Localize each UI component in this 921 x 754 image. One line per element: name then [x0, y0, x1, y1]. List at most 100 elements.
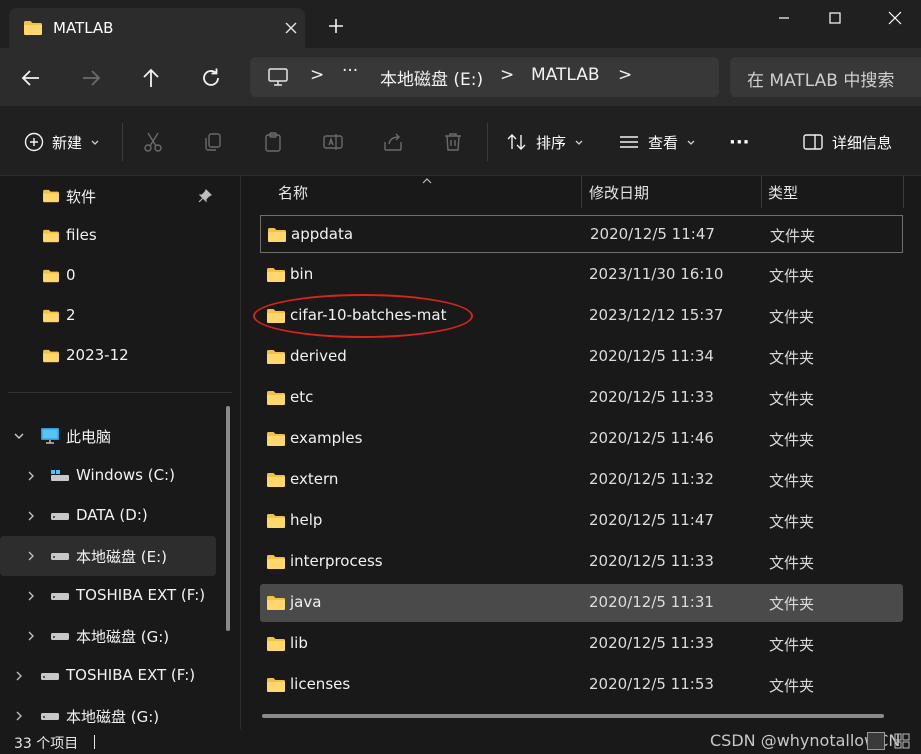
plus-icon[interactable] — [326, 16, 346, 36]
chevron-right-icon[interactable] — [24, 549, 38, 563]
folder-icon — [24, 21, 42, 35]
breadcrumb-overflow[interactable]: ··· — [342, 61, 358, 81]
sidebar-item-2023-12[interactable]: 2023-12 — [0, 336, 216, 376]
details-pane-button[interactable]: 详细信息 — [802, 129, 892, 155]
sidebar-item-label: 此电脑 — [66, 428, 112, 446]
rename-icon[interactable] — [321, 130, 345, 154]
file-date: 2023/12/12 15:37 — [589, 306, 724, 324]
up-arrow-icon[interactable] — [138, 65, 164, 91]
file-row-cifar-10-batches-mat[interactable]: cifar-10-batches-mat 2023/12/12 15:37 文件夹 — [260, 297, 903, 335]
drive-icon — [51, 593, 69, 600]
column-header-date[interactable]: 修改日期 — [589, 176, 649, 208]
close-icon[interactable] — [875, 6, 915, 30]
new-label: 新建 — [52, 133, 83, 152]
file-type: 文件夹 — [769, 554, 815, 572]
column-divider[interactable] — [581, 176, 582, 208]
details-view-icon[interactable] — [867, 732, 885, 750]
toolbar-divider — [487, 123, 488, 161]
folder-icon — [267, 473, 285, 487]
breadcrumb-drive-e[interactable]: 本地磁盘 (E:) — [380, 65, 483, 90]
column-divider[interactable] — [761, 176, 762, 208]
sidebar-item-drive-c[interactable]: Windows (C:) — [0, 456, 216, 496]
file-date: 2020/12/5 11:47 — [589, 511, 714, 529]
drive-icon — [41, 673, 59, 680]
new-button[interactable]: 新建 — [24, 129, 102, 155]
copy-icon[interactable] — [201, 130, 225, 154]
chevron-right-icon[interactable] — [24, 629, 38, 643]
sidebar-item-label: 本地磁盘 (E:) — [76, 548, 168, 566]
chevron-down-icon — [687, 140, 695, 145]
file-name: lib — [290, 634, 308, 652]
sidebar-item-files[interactable]: files — [0, 216, 216, 256]
share-icon[interactable] — [381, 130, 405, 154]
paste-icon[interactable] — [261, 130, 285, 154]
column-divider[interactable] — [903, 176, 904, 208]
sidebar-item-drive-e[interactable]: 本地磁盘 (E:) — [0, 536, 216, 576]
drive-icon — [51, 633, 69, 640]
cut-icon[interactable] — [141, 130, 165, 154]
maximize-icon[interactable] — [815, 6, 855, 30]
file-row-bin[interactable]: bin 2023/11/30 16:10 文件夹 — [260, 256, 903, 294]
sidebar-item-drive-d[interactable]: DATA (D:) — [0, 496, 216, 536]
breadcrumb-separator[interactable]: > — [500, 65, 514, 85]
file-row-lib[interactable]: lib 2020/12/5 11:33 文件夹 — [260, 625, 903, 663]
chevron-right-icon[interactable] — [24, 469, 38, 483]
chevron-right-icon[interactable] — [24, 589, 38, 603]
sidebar-item-software[interactable]: 软件 — [0, 176, 216, 216]
sidebar-item-drive-f[interactable]: TOSHIBA EXT (F:) — [0, 576, 216, 616]
file-row-derived[interactable]: derived 2020/12/5 11:34 文件夹 — [260, 338, 903, 376]
chevron-down-icon[interactable] — [12, 429, 26, 443]
file-row-help[interactable]: help 2020/12/5 11:47 文件夹 — [260, 502, 903, 540]
pin-icon[interactable] — [198, 189, 212, 203]
chevron-right-icon[interactable] — [24, 509, 38, 523]
chevron-right-icon[interactable] — [12, 709, 26, 723]
tab-matlab[interactable]: MATLAB — [9, 8, 305, 48]
navigation-bar: > ··· 本地磁盘 (E:) > MATLAB > 在 MATLAB 中搜索 — [0, 48, 921, 106]
close-icon[interactable] — [281, 18, 301, 38]
file-name: derived — [290, 347, 347, 365]
file-row-etc[interactable]: etc 2020/12/5 11:33 文件夹 — [260, 379, 903, 417]
breadcrumb-matlab[interactable]: MATLAB — [531, 65, 600, 85]
refresh-icon[interactable] — [198, 65, 224, 91]
file-row-examples[interactable]: examples 2020/12/5 11:46 文件夹 — [260, 420, 903, 458]
sidebar-item-2[interactable]: 2 — [0, 296, 216, 336]
tiles-view-icon[interactable] — [893, 732, 911, 750]
sidebar-divider — [8, 392, 232, 393]
file-row-java[interactable]: java 2020/12/5 11:31 文件夹 — [260, 584, 903, 622]
column-header-label: 修改日期 — [589, 183, 650, 202]
back-arrow-icon[interactable] — [18, 65, 44, 91]
file-row-interprocess[interactable]: interprocess 2020/12/5 11:33 文件夹 — [260, 543, 903, 581]
column-header-type[interactable]: 类型 — [768, 176, 798, 208]
search-placeholder: 在 MATLAB 中搜索 — [747, 71, 895, 91]
sidebar-item-external-g[interactable]: 本地磁盘 (G:) — [0, 696, 216, 729]
horizontal-scrollbar[interactable] — [262, 714, 884, 718]
details-label: 详细信息 — [832, 133, 893, 152]
file-name: etc — [290, 388, 314, 406]
file-type: 文件夹 — [769, 677, 815, 695]
file-row-licenses[interactable]: licenses 2020/12/5 11:53 文件夹 — [260, 666, 903, 704]
sidebar-item-this-pc[interactable]: 此电脑 — [0, 416, 216, 456]
delete-icon[interactable] — [441, 130, 465, 154]
sidebar-item-drive-g[interactable]: 本地磁盘 (G:) — [0, 616, 216, 656]
breadcrumb-separator[interactable]: > — [310, 65, 324, 85]
plus-circle-icon — [24, 132, 44, 152]
minimize-icon[interactable] — [764, 6, 804, 30]
forward-arrow-icon[interactable] — [78, 65, 104, 91]
view-button[interactable]: 查看 — [618, 129, 698, 155]
sort-button[interactable]: 排序 — [506, 129, 586, 155]
search-input[interactable]: 在 MATLAB 中搜索 — [730, 57, 921, 97]
sidebar-item-0[interactable]: 0 — [0, 256, 216, 296]
file-row-extern[interactable]: extern 2020/12/5 11:32 文件夹 — [260, 461, 903, 499]
breadcrumb-separator[interactable]: > — [618, 65, 632, 85]
sidebar-scrollbar[interactable] — [226, 406, 230, 631]
file-date: 2020/12/5 11:33 — [589, 388, 714, 406]
chevron-right-icon[interactable] — [12, 669, 26, 683]
folder-icon — [267, 309, 285, 323]
address-bar[interactable]: > ··· 本地磁盘 (E:) > MATLAB > — [250, 57, 719, 97]
file-row-appdata[interactable]: appdata 2020/12/5 11:47 文件夹 — [260, 215, 903, 253]
more-options-button[interactable]: ··· — [729, 129, 750, 155]
chevron-down-icon — [575, 140, 583, 145]
file-type: 文件夹 — [769, 472, 815, 490]
sidebar-item-external-f[interactable]: TOSHIBA EXT (F:) — [0, 656, 216, 696]
column-header-name[interactable]: 名称 — [278, 176, 308, 208]
